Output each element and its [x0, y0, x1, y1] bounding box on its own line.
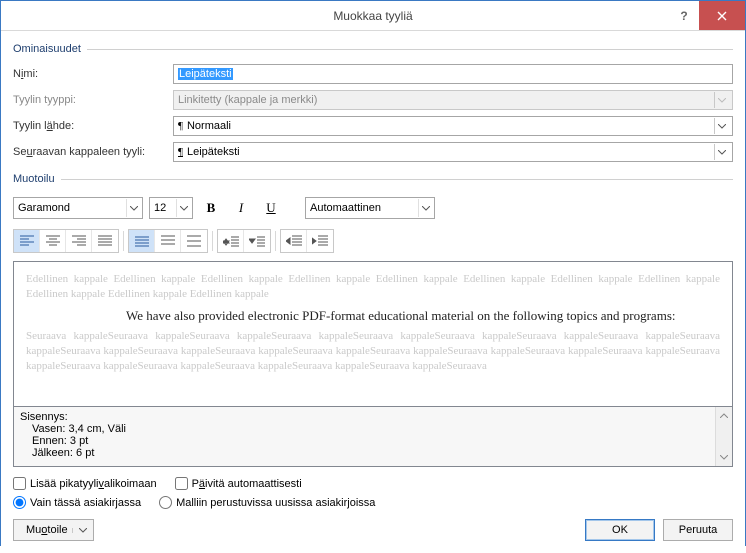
chevron-down-icon — [72, 528, 87, 533]
group-format-label: Muotoilu — [13, 173, 733, 185]
align-justify-icon — [98, 235, 112, 247]
preview-prev-para: Edellinen kappale Edellinen kappale Edel… — [26, 272, 720, 302]
preview-next-para: Seuraava kappaleSeuraava kappaleSeuraava… — [26, 329, 720, 374]
spacing-2-icon — [187, 235, 201, 247]
scrollbar[interactable] — [715, 407, 732, 466]
space-before-inc-button[interactable] — [218, 230, 244, 252]
line-spacing-group — [128, 229, 208, 253]
spacing-1-icon — [135, 235, 149, 247]
color-combo[interactable]: Automaattinen — [305, 197, 435, 219]
align-right-icon — [72, 235, 86, 247]
basedon-combo[interactable]: ¶ Normaali — [173, 116, 733, 136]
name-label: Nimi: — [13, 68, 173, 80]
spacing-1.5-button[interactable] — [155, 230, 181, 252]
italic-button[interactable]: I — [229, 197, 253, 219]
this-document-radio[interactable]: Vain tässä asiakirjassa — [13, 496, 141, 509]
space-before-inc-icon — [223, 235, 239, 247]
description-line: Sisennys: — [20, 411, 726, 423]
type-label: Tyylin tyyppi: — [13, 94, 173, 106]
description-box: Sisennys: Vasen: 3,4 cm, Väli Ennen: 3 p… — [13, 407, 733, 467]
group-properties-label: Ominaisuudet — [13, 43, 733, 55]
type-combo: Linkitetty (kappale ja merkki) — [173, 90, 733, 110]
description-line: Jälkeen: 6 pt — [20, 447, 726, 459]
align-left-button[interactable] — [14, 230, 40, 252]
indent-inc-icon — [312, 235, 328, 247]
bold-button[interactable]: B — [199, 197, 223, 219]
next-label: Seuraavan kappaleen tyyli: — [13, 146, 173, 158]
preview-sample-text: We have also provided electronic PDF-for… — [126, 307, 720, 325]
ok-button[interactable]: OK — [585, 519, 655, 541]
size-combo[interactable]: 12 — [149, 197, 193, 219]
para-spacing-group — [217, 229, 271, 253]
help-button[interactable]: ? — [669, 1, 699, 30]
chevron-down-icon[interactable] — [714, 144, 729, 160]
spacing-1.5-icon — [161, 235, 175, 247]
chevron-down-icon[interactable] — [126, 199, 141, 217]
description-line: Vasen: 3,4 cm, Väli — [20, 423, 726, 435]
chevron-down-icon — [714, 92, 729, 108]
align-right-button[interactable] — [66, 230, 92, 252]
align-center-button[interactable] — [40, 230, 66, 252]
dialog-title: Muokkaa tyyliä — [77, 1, 669, 30]
next-para-combo[interactable]: ¶ Leipäteksti — [173, 142, 733, 162]
auto-update-checkbox[interactable]: Päivitä automaattisesti — [175, 477, 302, 490]
close-button[interactable] — [699, 1, 745, 30]
basedon-label: Tyylin lähde: — [13, 120, 173, 132]
spacing-1-button[interactable] — [129, 230, 155, 252]
space-before-dec-icon — [249, 235, 265, 247]
align-justify-button[interactable] — [92, 230, 118, 252]
dialog-window: Muokkaa tyyliä ? Ominaisuudet Nimi: Leip… — [0, 0, 746, 546]
scroll-up-button[interactable] — [716, 407, 733, 424]
name-input[interactable]: Leipäteksti — [173, 64, 733, 84]
titlebar: Muokkaa tyyliä ? — [1, 1, 745, 31]
indent-inc-button[interactable] — [307, 230, 333, 252]
chevron-down-icon[interactable] — [176, 199, 191, 217]
add-quickstyle-checkbox[interactable]: Lisää pikatyylivalikoimaan — [13, 477, 157, 490]
underline-button[interactable]: U — [259, 197, 283, 219]
close-icon — [717, 11, 727, 21]
format-button[interactable]: Muotoile — [13, 519, 94, 541]
font-combo[interactable]: Garamond — [13, 197, 143, 219]
scroll-down-button[interactable] — [716, 449, 733, 466]
pilcrow-underline-icon: ¶ — [178, 146, 183, 158]
align-center-icon — [46, 235, 60, 247]
preview-area: Edellinen kappale Edellinen kappale Edel… — [13, 261, 733, 407]
cancel-button[interactable]: Peruuta — [663, 519, 733, 541]
align-left-icon — [20, 235, 34, 247]
indent-dec-icon — [286, 235, 302, 247]
spacing-2-button[interactable] — [181, 230, 207, 252]
space-before-dec-button[interactable] — [244, 230, 270, 252]
text-align-group — [13, 229, 119, 253]
template-radio[interactable]: Malliin perustuvissa uusissa asiakirjois… — [159, 496, 375, 509]
description-line: Ennen: 3 pt — [20, 435, 726, 447]
indent-dec-button[interactable] — [281, 230, 307, 252]
content-area: Ominaisuudet Nimi: Leipäteksti Tyylin ty… — [1, 31, 745, 553]
chevron-down-icon[interactable] — [418, 199, 433, 217]
indent-group — [280, 229, 334, 253]
pilcrow-icon: ¶ — [178, 120, 183, 132]
chevron-down-icon[interactable] — [714, 118, 729, 134]
